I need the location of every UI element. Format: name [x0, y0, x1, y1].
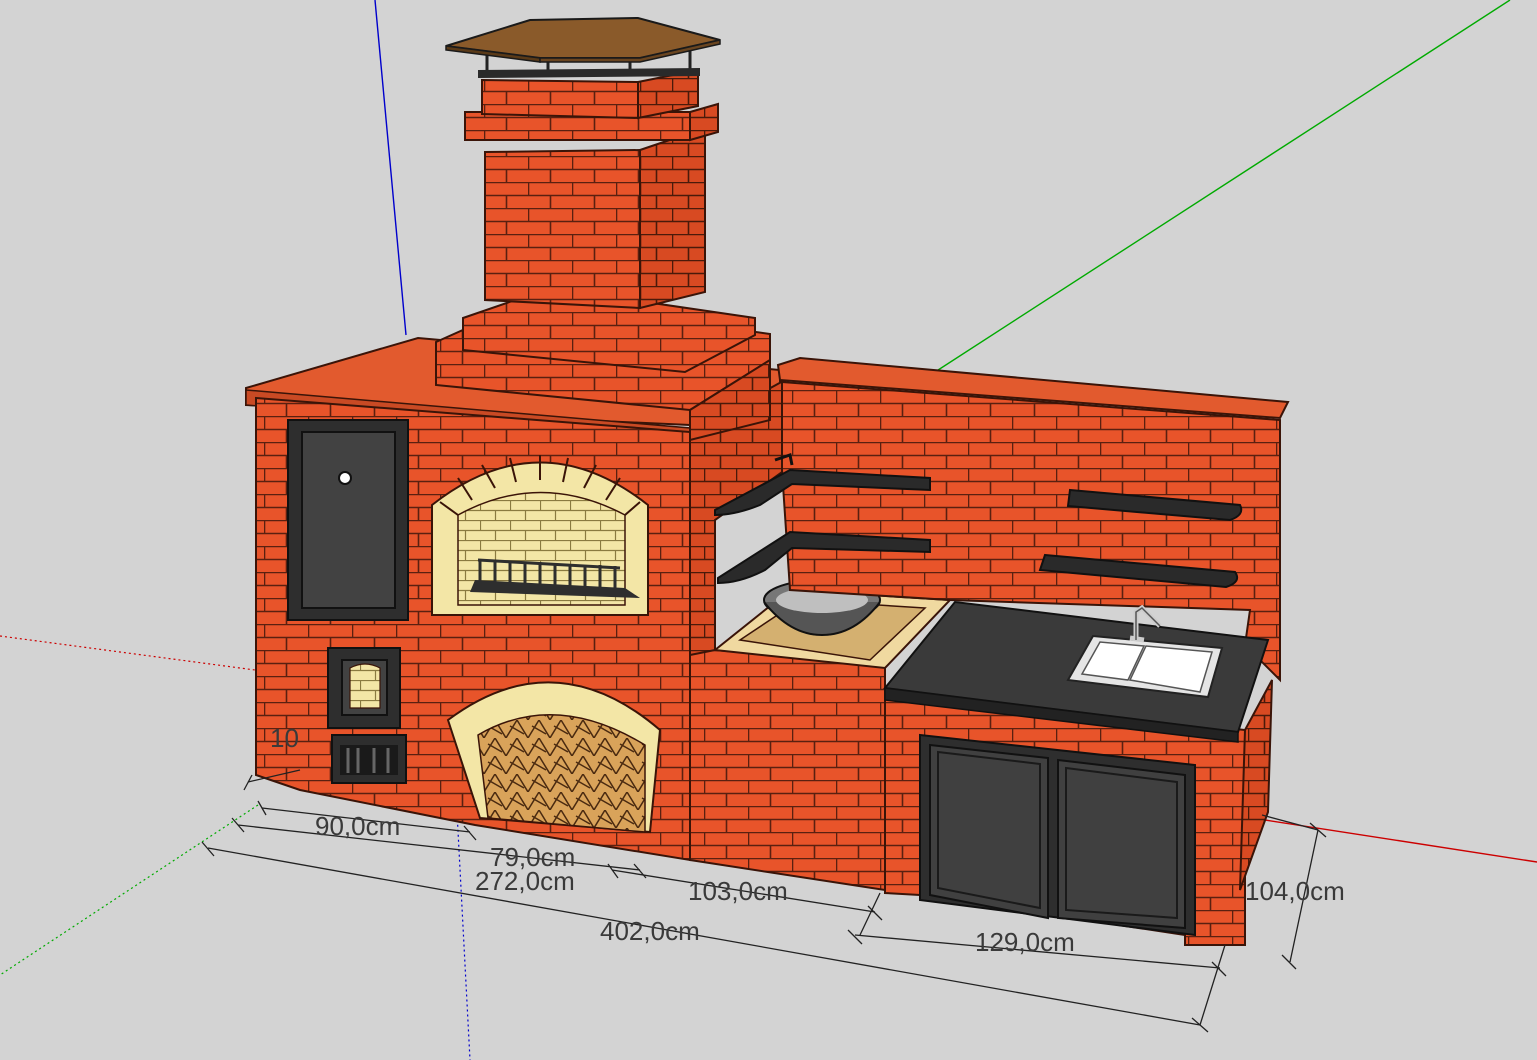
smokehouse-door[interactable]: [287, 419, 409, 621]
z-axis-blue: [374, 0, 407, 336]
chimney-top-front: [481, 78, 639, 120]
y-axis-dotted: [0, 804, 259, 976]
chimney-shaft-side: [639, 126, 706, 310]
door-knob-icon[interactable]: [338, 471, 352, 485]
dim-label-104: 104,0cm: [1245, 876, 1345, 906]
cabinet[interactable]: [919, 733, 1196, 937]
chimney[interactable]: [435, 16, 771, 442]
dim-label-402: 402,0cm: [600, 916, 700, 946]
firewood-stack: [477, 714, 646, 833]
sketchup-viewport[interactable]: 10 90,0cm 79,0cm 272,0cm 103,0cm 402,0cm…: [0, 0, 1537, 1060]
cabinet-door-right[interactable]: [1057, 758, 1186, 930]
ash-door-left[interactable]: [331, 734, 407, 784]
cauldron-block-front: [689, 648, 886, 892]
chimney-roof: [445, 16, 721, 78]
dim-label-partial: 10: [270, 723, 299, 753]
chimney-shaft-front: [484, 148, 641, 310]
door-panel: [301, 431, 396, 609]
dim-label-103: 103,0cm: [688, 876, 788, 906]
chimney-cap-side: [689, 102, 719, 142]
dim-label-90: 90,0cm: [315, 811, 400, 841]
chimney-top-side: [637, 68, 699, 120]
y-axis-green: [934, 0, 1511, 373]
dim-label-272: 272,0cm: [475, 866, 575, 896]
firebox-door-left[interactable]: [327, 647, 401, 729]
dim-label-129: 129,0cm: [975, 927, 1075, 957]
cabinet-door-left[interactable]: [929, 743, 1049, 920]
